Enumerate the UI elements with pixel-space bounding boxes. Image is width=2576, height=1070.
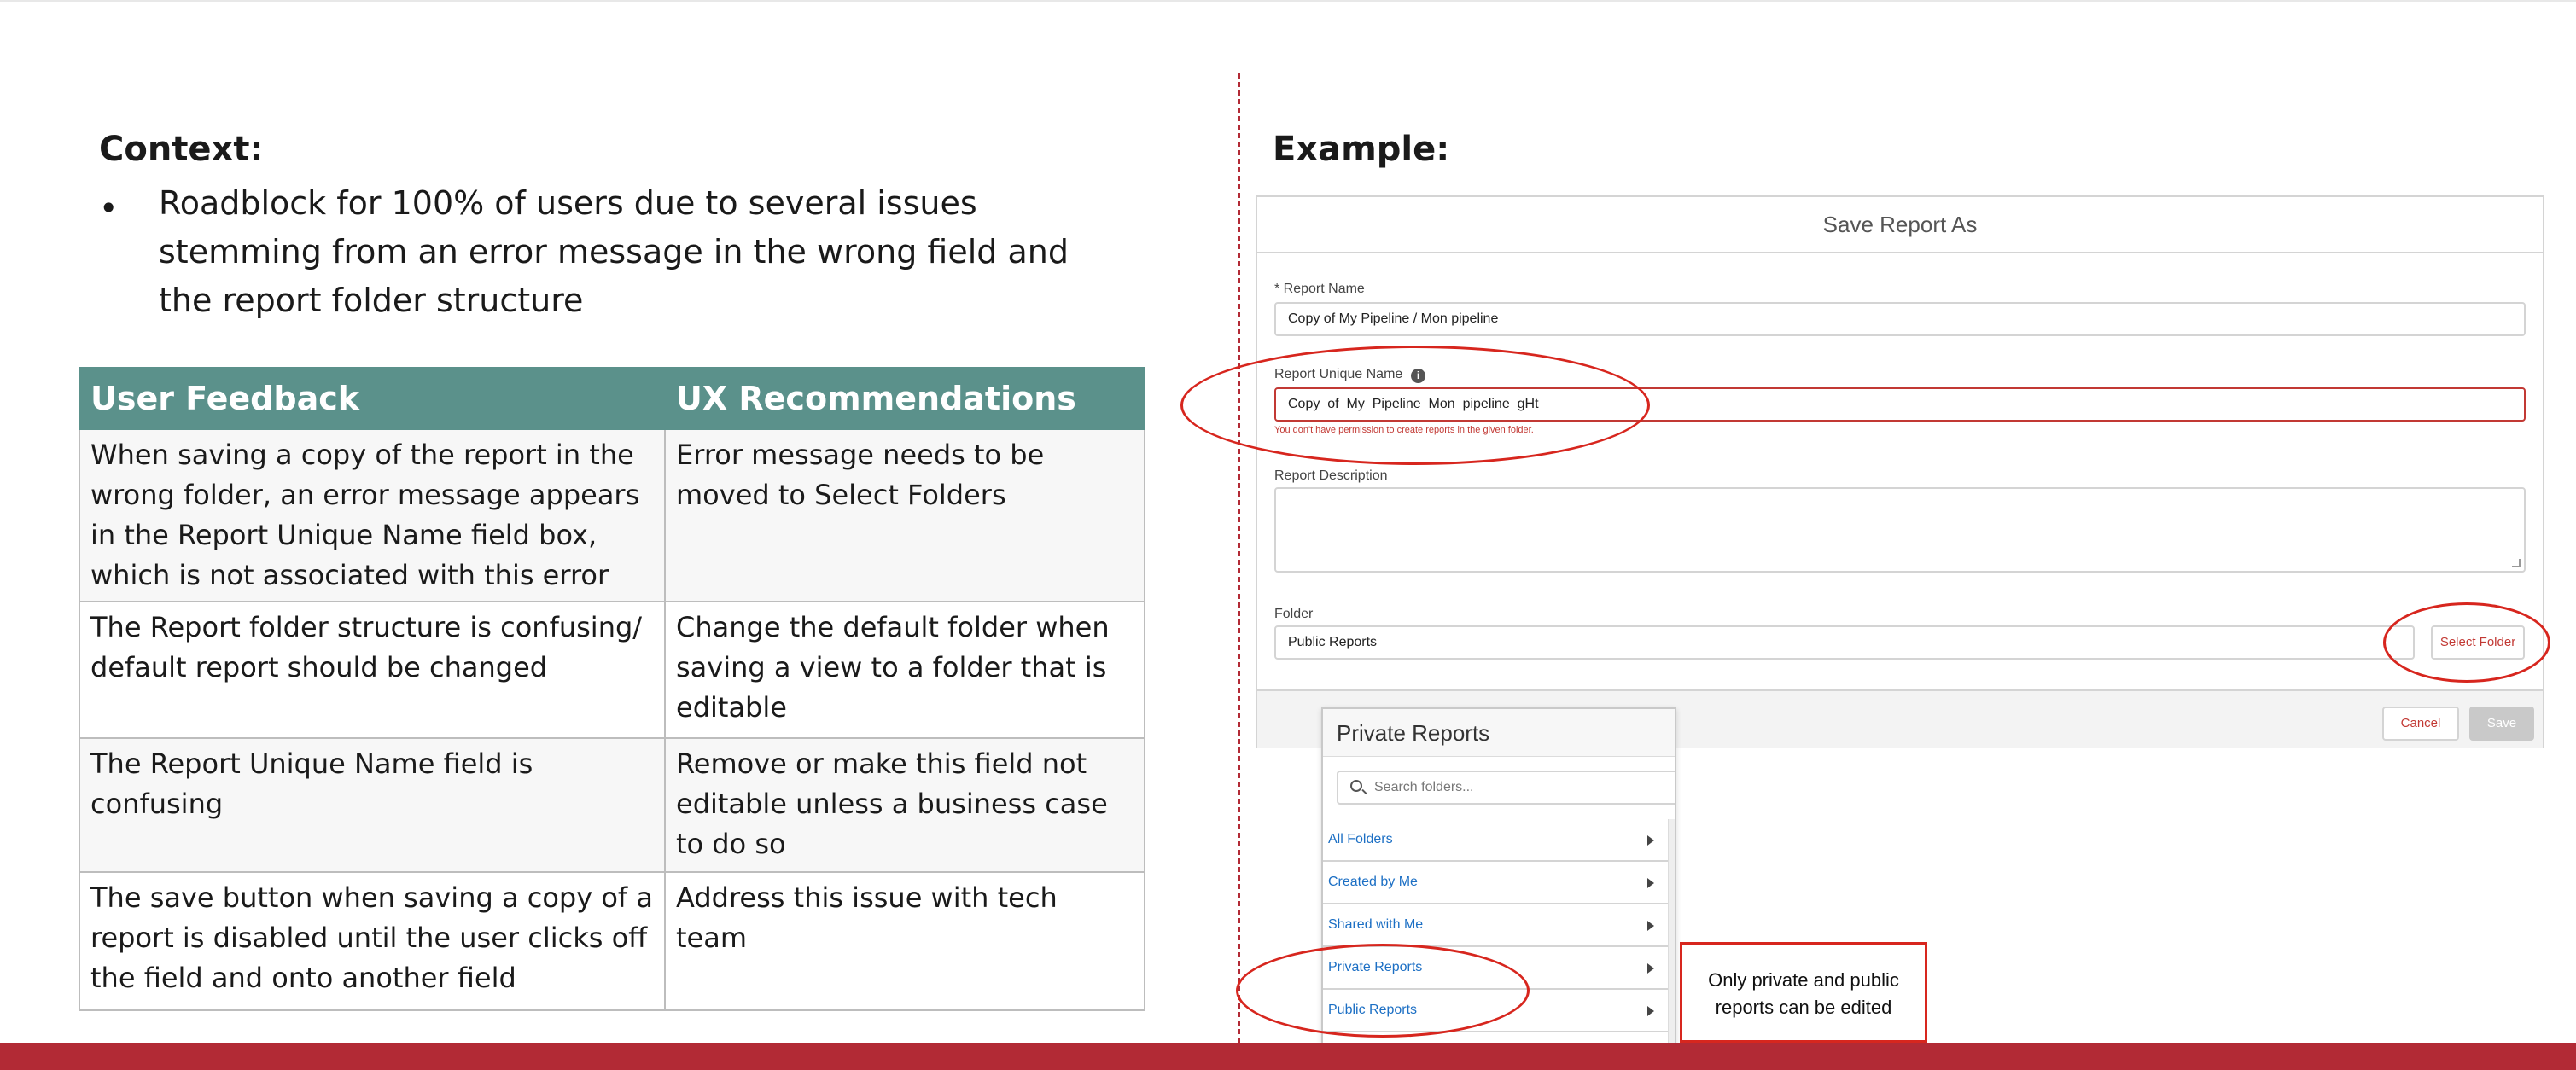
folder-item-label: Shared with Me — [1328, 917, 1424, 932]
feedback-table: User Feedback UX Recommendations When sa… — [79, 367, 1145, 1011]
feedback-cell: The Report Unique Name field is confusin… — [79, 737, 666, 873]
feedback-cell: When saving a copy of the report in the … — [79, 428, 666, 602]
chevron-right-icon — [1647, 921, 1654, 931]
dropdown-title: Private Reports — [1323, 709, 1675, 757]
modal-title: Save Report As — [1257, 197, 2543, 253]
folder-item-all-folders[interactable]: All Folders — [1323, 819, 1668, 862]
folder-input[interactable]: Public Reports — [1274, 625, 2415, 660]
recommendation-cell: Remove or make this field not editable u… — [664, 737, 1145, 873]
report-name-label: * Report Name — [1274, 282, 1365, 296]
description-label: Report Description — [1274, 468, 1388, 483]
folder-item-shared-with-me[interactable]: Shared with Me — [1323, 904, 1668, 947]
chevron-right-icon — [1647, 963, 1654, 974]
table-header-row: User Feedback UX Recommendations — [79, 367, 1145, 430]
bullet-marker: • — [99, 189, 119, 227]
brand-footer-bar — [0, 1043, 2576, 1070]
feedback-cell: The save button when saving a copy of a … — [79, 871, 666, 1011]
annotation-ellipse-unique-name — [1180, 346, 1650, 465]
header-ux-recommendations: UX Recommendations — [664, 367, 1145, 430]
folder-search-input[interactable]: Search folders... — [1337, 771, 1675, 805]
report-name-input[interactable]: Copy of My Pipeline / Mon pipeline — [1274, 302, 2526, 336]
feedback-cell: The Report folder structure is confusing… — [79, 601, 666, 739]
folder-item-created-by-me[interactable]: Created by Me — [1323, 862, 1668, 904]
chevron-right-icon — [1647, 835, 1654, 846]
annotation-ellipse-select-folder — [2383, 602, 2550, 683]
top-rule — [0, 0, 2576, 2]
table-row: The Report folder structure is confusing… — [79, 601, 1145, 739]
recommendation-cell: Change the default folder when saving a … — [664, 601, 1145, 739]
dashed-divider — [1238, 73, 1240, 1043]
recommendation-cell: Error message needs to be moved to Selec… — [664, 428, 1145, 602]
annotation-callout: Only private and public reports can be e… — [1680, 942, 1927, 1043]
chevron-right-icon — [1647, 878, 1654, 888]
recommendation-cell: Address this issue with tech team — [664, 871, 1145, 1011]
dropdown-scrollbar[interactable] — [1668, 819, 1675, 1043]
table-row: The save button when saving a copy of a … — [79, 871, 1145, 1011]
save-report-modal: Save Report As * Report Name Copy of My … — [1256, 195, 2544, 748]
example-heading: Example: — [1273, 130, 1450, 169]
header-user-feedback: User Feedback — [79, 367, 666, 430]
table-row: When saving a copy of the report in the … — [79, 428, 1145, 602]
folder-item-label: All Folders — [1328, 832, 1393, 846]
table-row: The Report Unique Name field is confusin… — [79, 737, 1145, 873]
resize-grip-icon[interactable] — [2512, 559, 2521, 567]
search-icon — [1350, 780, 1362, 792]
folder-item-label: Created by Me — [1328, 875, 1418, 889]
annotation-ellipse-folder-items — [1236, 944, 1530, 1038]
context-bullet-text: Roadblock for 100% of users due to sever… — [159, 184, 1069, 319]
folder-label: Folder — [1274, 607, 1314, 621]
chevron-right-icon — [1647, 1006, 1654, 1016]
save-button[interactable]: Save — [2469, 707, 2534, 741]
description-textarea[interactable] — [1274, 487, 2526, 573]
cancel-button[interactable]: Cancel — [2382, 707, 2459, 741]
context-heading: Context: — [99, 130, 264, 169]
